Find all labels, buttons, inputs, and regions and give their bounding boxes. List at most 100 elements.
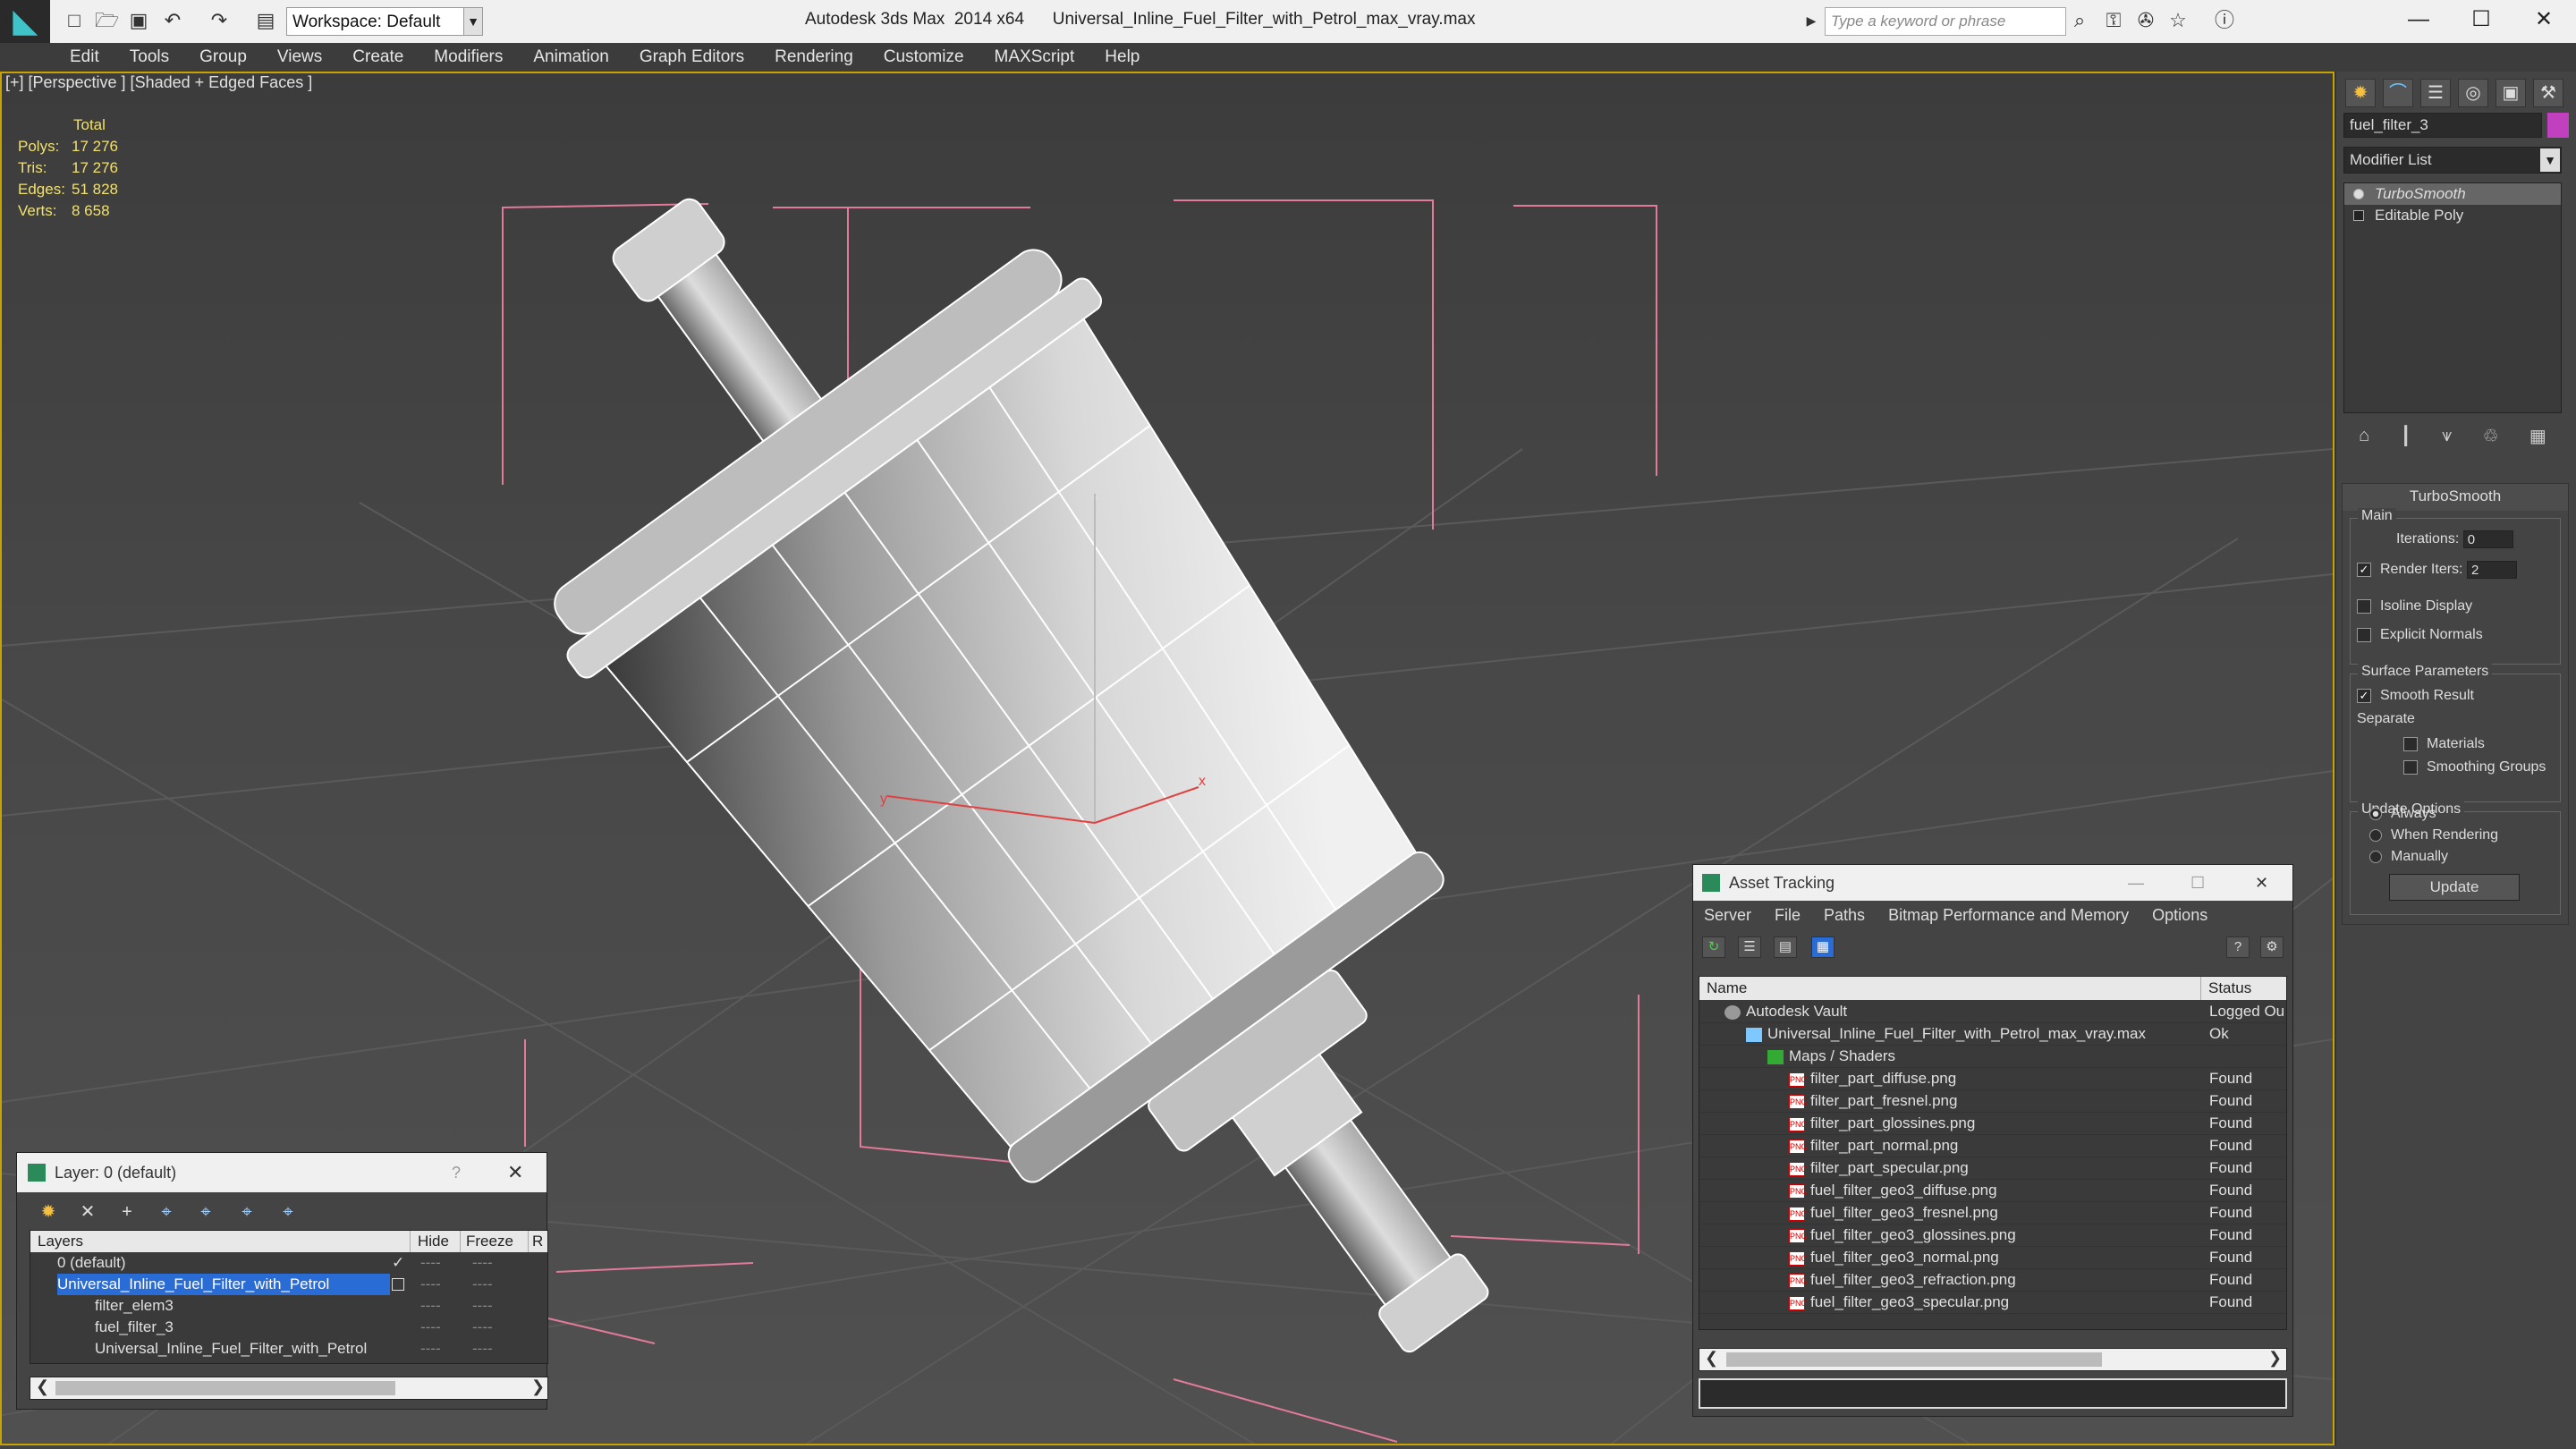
modify-tab-icon[interactable]: ⌒ <box>2383 79 2413 107</box>
motion-tab-icon[interactable]: ◎ <box>2458 79 2488 107</box>
render-iters-checkbox[interactable]: ✓ <box>2357 563 2371 577</box>
object-name-field[interactable]: fuel_filter_3 <box>2343 113 2542 138</box>
table-row[interactable]: PNG fuel_filter_geo3_normal.png Found <box>1699 1246 2286 1269</box>
horizontal-scrollbar[interactable]: ❮ ❯ <box>30 1377 548 1400</box>
chevron-down-icon[interactable]: ▼ <box>463 7 483 36</box>
layer-row[interactable]: Universal_Inline_Fuel_Filter_with_Petrol… <box>30 1274 547 1295</box>
layer-row[interactable]: Universal_Inline_Fuel_Filter_with_Petrol… <box>30 1338 547 1360</box>
menu-graph-editors[interactable]: Graph Editors <box>640 47 744 67</box>
column-hide[interactable]: Hide <box>410 1231 449 1252</box>
help-icon[interactable]: ⓘ <box>2213 9 2236 32</box>
menu-animation[interactable]: Animation <box>533 47 609 67</box>
menu-maxscript[interactable]: MAXScript <box>995 47 1075 67</box>
scrollbar-thumb[interactable] <box>55 1381 395 1395</box>
refresh-icon[interactable]: ↻ <box>1702 936 1725 958</box>
table-row[interactable]: PNG fuel_filter_geo3_glossines.png Found <box>1699 1224 2286 1247</box>
table-row[interactable]: PNG fuel_filter_geo3_specular.png Found <box>1699 1291 2286 1314</box>
scroll-left-icon[interactable]: ❮ <box>1705 1349 1718 1368</box>
search-input[interactable]: Type a keyword or phrase <box>1825 7 2066 36</box>
table-row[interactable]: PNG filter_part_normal.png Found <box>1699 1134 2286 1157</box>
chevron-down-icon[interactable]: ▼ <box>2540 148 2560 172</box>
redo-icon[interactable]: ↷ <box>208 9 231 32</box>
asset-tracking-titlebar[interactable]: Asset Tracking — ☐ ✕ <box>1693 865 2292 901</box>
maximize-icon[interactable]: ☐ <box>2190 865 2205 901</box>
expand-search-icon[interactable]: ▶ <box>1800 9 1823 32</box>
manually-radio[interactable] <box>2369 850 2382 863</box>
menu-file[interactable]: File <box>1775 906 1801 925</box>
column-layers[interactable]: Layers <box>38 1231 83 1252</box>
configure-sets-icon[interactable]: ▦ <box>2529 425 2546 447</box>
menu-paths[interactable]: Paths <box>1824 906 1865 925</box>
add-to-layer-icon[interactable]: + <box>115 1201 139 1223</box>
project-folder-icon[interactable]: ▤ <box>254 9 277 32</box>
menu-help[interactable]: Help <box>1105 47 1140 67</box>
table-row[interactable]: PNG filter_part_specular.png Found <box>1699 1157 2286 1180</box>
app-logo[interactable]: ◣ <box>0 0 50 43</box>
table-row[interactable]: PNG filter_part_diffuse.png Found <box>1699 1067 2286 1090</box>
column-freeze[interactable]: Freeze <box>460 1231 513 1252</box>
horizontal-scrollbar[interactable]: ❮ ❯ <box>1699 1348 2287 1371</box>
active-layer-check-icon[interactable]: ✓ <box>392 1252 404 1274</box>
table-row[interactable]: PNG filter_part_fresnel.png Found <box>1699 1089 2286 1113</box>
scroll-right-icon[interactable]: ❯ <box>2268 1349 2282 1368</box>
menu-customize[interactable]: Customize <box>884 47 964 67</box>
maximize-icon[interactable]: ☐ <box>2451 0 2512 43</box>
create-tab-icon[interactable]: ✹ <box>2345 79 2376 107</box>
delete-layer-icon[interactable]: ✕ <box>76 1201 99 1223</box>
menu-rendering[interactable]: Rendering <box>775 47 853 67</box>
layer-manager-titlebar[interactable]: Layer: 0 (default) ? ✕ <box>17 1153 547 1192</box>
menu-server[interactable]: Server <box>1704 906 1751 925</box>
help-icon[interactable]: ? <box>2226 936 2250 958</box>
table-row[interactable]: PNG fuel_filter_geo3_fresnel.png Found <box>1699 1201 2286 1224</box>
layer-row[interactable]: filter_elem3 ---- ---- <box>30 1295 547 1317</box>
scroll-right-icon[interactable]: ❯ <box>531 1377 545 1396</box>
column-name[interactable]: Name <box>1707 977 1747 1000</box>
select-objects-icon[interactable]: ⌖ <box>155 1201 178 1223</box>
close-icon[interactable]: ✕ <box>2513 0 2574 43</box>
expand-icon[interactable] <box>2353 210 2364 221</box>
settings-icon[interactable]: ⚙ <box>2260 936 2284 958</box>
menu-tools[interactable]: Tools <box>130 47 169 67</box>
scrollbar-thumb[interactable] <box>1726 1352 2102 1367</box>
when-rendering-radio[interactable] <box>2369 828 2382 842</box>
update-button[interactable]: Update <box>2389 874 2520 901</box>
menu-modifiers[interactable]: Modifiers <box>434 47 503 67</box>
object-color-swatch[interactable] <box>2547 113 2569 138</box>
menu-edit[interactable]: Edit <box>70 47 99 67</box>
lightbulb-icon[interactable] <box>2353 189 2364 199</box>
menu-group[interactable]: Group <box>199 47 247 67</box>
modifier-list-dropdown[interactable]: Modifier List <box>2343 147 2562 174</box>
layer-row[interactable]: fuel_filter_3 ---- ---- <box>30 1317 547 1338</box>
menu-options[interactable]: Options <box>2152 906 2207 925</box>
stack-item-editable-poly[interactable]: Editable Poly <box>2344 205 2561 226</box>
smooth-result-checkbox[interactable]: ✓ <box>2357 688 2371 703</box>
undo-icon[interactable]: ↶ <box>161 9 184 32</box>
isoline-checkbox[interactable] <box>2357 598 2371 614</box>
asset-path-field[interactable] <box>1699 1378 2287 1409</box>
table-row[interactable]: Universal_Inline_Fuel_Filter_with_Petrol… <box>1699 1022 2286 1046</box>
viewport-label[interactable]: [+] [Perspective ] [Shaded + Edged Faces… <box>5 73 312 92</box>
menu-create[interactable]: Create <box>352 47 403 67</box>
minimize-icon[interactable]: — <box>2388 0 2449 43</box>
table-row[interactable]: Maps / Shaders <box>1699 1045 2286 1068</box>
star-icon[interactable]: ☆ <box>2166 9 2190 32</box>
binoculars-icon[interactable]: ⌕ <box>2068 9 2091 32</box>
table-row[interactable]: PNG filter_part_glossines.png Found <box>1699 1112 2286 1135</box>
open-file-icon[interactable]: 🗁 <box>95 9 119 32</box>
explicit-normals-checkbox[interactable] <box>2357 627 2371 642</box>
close-icon[interactable]: ✕ <box>2255 865 2268 901</box>
minimize-icon[interactable]: — <box>2128 865 2144 901</box>
utilities-tab-icon[interactable]: ⚒ <box>2533 79 2563 107</box>
table-row[interactable]: PNG fuel_filter_geo3_diffuse.png Found <box>1699 1179 2286 1202</box>
table-view-icon[interactable]: ▦ <box>1811 936 1835 958</box>
list-view-icon[interactable]: ☰ <box>1738 936 1761 958</box>
close-icon[interactable]: ✕ <box>507 1153 523 1192</box>
smoothing-groups-checkbox[interactable] <box>2403 759 2418 775</box>
always-radio[interactable] <box>2369 807 2382 820</box>
rollout-title[interactable]: TurboSmooth <box>2343 484 2568 511</box>
hierarchy-tab-icon[interactable]: ☰ <box>2420 79 2451 107</box>
table-row[interactable]: Autodesk Vault Logged Ou <box>1699 1000 2286 1023</box>
iterations-spinner[interactable]: 0 <box>2462 530 2513 548</box>
thumbnail-view-icon[interactable]: ▤ <box>1774 936 1797 958</box>
pin-stack-icon[interactable]: ⌂ <box>2359 426 2369 446</box>
